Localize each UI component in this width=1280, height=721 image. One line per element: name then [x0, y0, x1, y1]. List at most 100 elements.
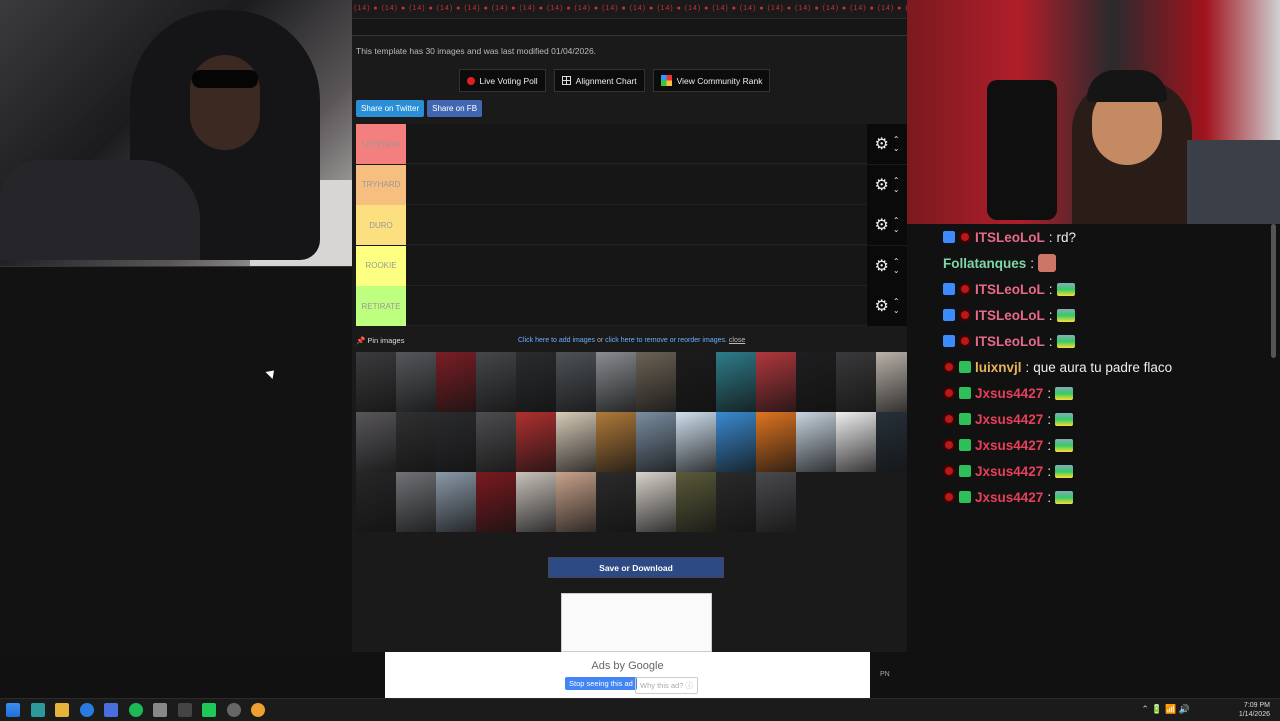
gallery-image[interactable] [756, 352, 796, 412]
chat-username[interactable]: Jxsus4427 [975, 490, 1043, 505]
chat-username[interactable]: Jxsus4427 [975, 438, 1043, 453]
chevron-down-icon[interactable]: ⌄ [893, 185, 900, 194]
gallery-image[interactable] [596, 472, 636, 532]
tier-dropzone[interactable] [406, 205, 867, 245]
tier-label[interactable]: ROOKIE [356, 245, 406, 286]
stop-seeing-ad-button[interactable]: Stop seeing this ad [565, 677, 637, 690]
gear-icon[interactable]: ⚙ [874, 296, 888, 316]
tier-dropzone[interactable] [406, 124, 867, 164]
tier-label[interactable]: LEYENDA [356, 124, 406, 164]
gallery-image[interactable] [756, 472, 796, 532]
reorder-images-link[interactable]: click here to remove or reorder images. [605, 337, 727, 344]
gallery-image[interactable] [396, 352, 436, 412]
tier-dropzone[interactable] [406, 245, 867, 286]
chat-scrollbar[interactable] [1271, 224, 1276, 358]
gallery-image[interactable] [676, 472, 716, 532]
gallery-image[interactable] [636, 412, 676, 472]
chat-username[interactable]: ITSLeoLoL [975, 282, 1045, 297]
gallery-image[interactable] [636, 472, 676, 532]
gallery-image[interactable] [556, 352, 596, 412]
gallery-image[interactable] [356, 472, 396, 532]
gallery-image[interactable] [516, 352, 556, 412]
gallery-image[interactable] [476, 352, 516, 412]
gallery-image[interactable] [876, 352, 907, 412]
save-download-button[interactable]: Save or Download [548, 557, 724, 578]
spotify-icon[interactable] [129, 703, 143, 717]
task-view-icon[interactable] [31, 703, 45, 717]
start-icon[interactable] [6, 703, 20, 717]
gallery-image[interactable] [516, 472, 556, 532]
chevron-down-icon[interactable]: ⌄ [893, 266, 900, 275]
kick-icon[interactable] [202, 703, 216, 717]
file-explorer-icon[interactable] [55, 703, 69, 717]
system-tray[interactable]: ⌃ 🔋 📶 🔊 [1141, 704, 1190, 715]
chevron-down-icon[interactable]: ⌄ [893, 306, 900, 315]
gallery-image[interactable] [676, 352, 716, 412]
chat-username[interactable]: luixnvjl [975, 360, 1022, 375]
clock[interactable]: 7:09 PM 1/14/2026 [1239, 701, 1270, 719]
obs-icon[interactable] [227, 703, 241, 717]
gallery-image[interactable] [436, 412, 476, 472]
pen-icon[interactable] [153, 703, 167, 717]
tier-label[interactable]: DURO [356, 205, 406, 245]
gallery-image[interactable] [716, 472, 756, 532]
gallery-image[interactable] [356, 352, 396, 412]
gallery-image[interactable] [476, 412, 516, 472]
gallery-image[interactable] [436, 472, 476, 532]
chrome-icon[interactable] [251, 703, 265, 717]
gallery-image[interactable] [436, 352, 476, 412]
why-this-ad-button[interactable]: Why this ad? ⓘ [635, 677, 698, 694]
gallery-image[interactable] [756, 412, 796, 472]
gallery-image[interactable] [396, 472, 436, 532]
gallery-image[interactable] [556, 472, 596, 532]
gallery-image[interactable] [396, 412, 436, 472]
browser-icon[interactable] [80, 703, 94, 717]
gallery-image[interactable] [716, 352, 756, 412]
chevron-down-icon[interactable]: ⌄ [893, 144, 900, 153]
gear-icon[interactable]: ⚙ [874, 175, 888, 195]
gallery-image[interactable] [356, 412, 396, 472]
gallery-image[interactable] [836, 412, 876, 472]
chat-username[interactable]: ITSLeoLoL [975, 334, 1045, 349]
gallery-image[interactable] [676, 412, 716, 472]
share-twitter-button[interactable]: Share on Twitter [356, 100, 425, 117]
alignment-chart-button[interactable]: Alignment Chart [553, 69, 645, 92]
chat-username[interactable]: ITSLeoLoL [975, 308, 1045, 323]
chat-username[interactable]: Follatanques [943, 256, 1026, 271]
chat-username[interactable]: Jxsus4427 [975, 412, 1043, 427]
gallery-image[interactable] [836, 352, 876, 412]
chat-username[interactable]: Jxsus4427 [975, 386, 1043, 401]
chevron-up-icon[interactable]: ⌃ [893, 257, 900, 266]
gallery-image[interactable] [516, 412, 556, 472]
chevron-down-icon[interactable]: ⌄ [893, 225, 900, 234]
view-community-rank-button[interactable]: View Community Rank [652, 69, 771, 92]
gear-icon[interactable]: ⚙ [874, 215, 888, 235]
chevron-up-icon[interactable]: ⌃ [893, 297, 900, 306]
close-link[interactable]: close [729, 337, 745, 344]
tier-dropzone[interactable] [406, 164, 867, 205]
tier-label[interactable]: RETIRATE [356, 286, 406, 326]
share-fb-button[interactable]: Share on FB [427, 100, 483, 117]
gallery-image[interactable] [876, 412, 907, 472]
gallery-image[interactable] [596, 352, 636, 412]
chevron-up-icon[interactable]: ⌃ [893, 135, 900, 144]
gallery-image[interactable] [556, 412, 596, 472]
gallery-image[interactable] [476, 472, 516, 532]
gallery-image[interactable] [596, 412, 636, 472]
terminal-icon[interactable] [178, 703, 192, 717]
live-voting-poll-button[interactable]: Live Voting Poll [458, 69, 546, 92]
chevron-up-icon[interactable]: ⌃ [893, 176, 900, 185]
chat-username[interactable]: Jxsus4427 [975, 464, 1043, 479]
tier-label[interactable]: TRYHARD [356, 164, 406, 205]
gallery-image[interactable] [716, 412, 756, 472]
gallery-image[interactable] [796, 412, 836, 472]
gallery-image[interactable] [796, 352, 836, 412]
chat-username[interactable]: ITSLeoLoL [975, 230, 1045, 245]
app-icon[interactable] [104, 703, 118, 717]
chevron-up-icon[interactable]: ⌃ [893, 216, 900, 225]
add-images-link[interactable]: Click here to add images [518, 337, 595, 344]
tier-dropzone[interactable] [406, 286, 867, 326]
gear-icon[interactable]: ⚙ [874, 256, 888, 276]
gear-icon[interactable]: ⚙ [874, 134, 888, 154]
gallery-image[interactable] [636, 352, 676, 412]
